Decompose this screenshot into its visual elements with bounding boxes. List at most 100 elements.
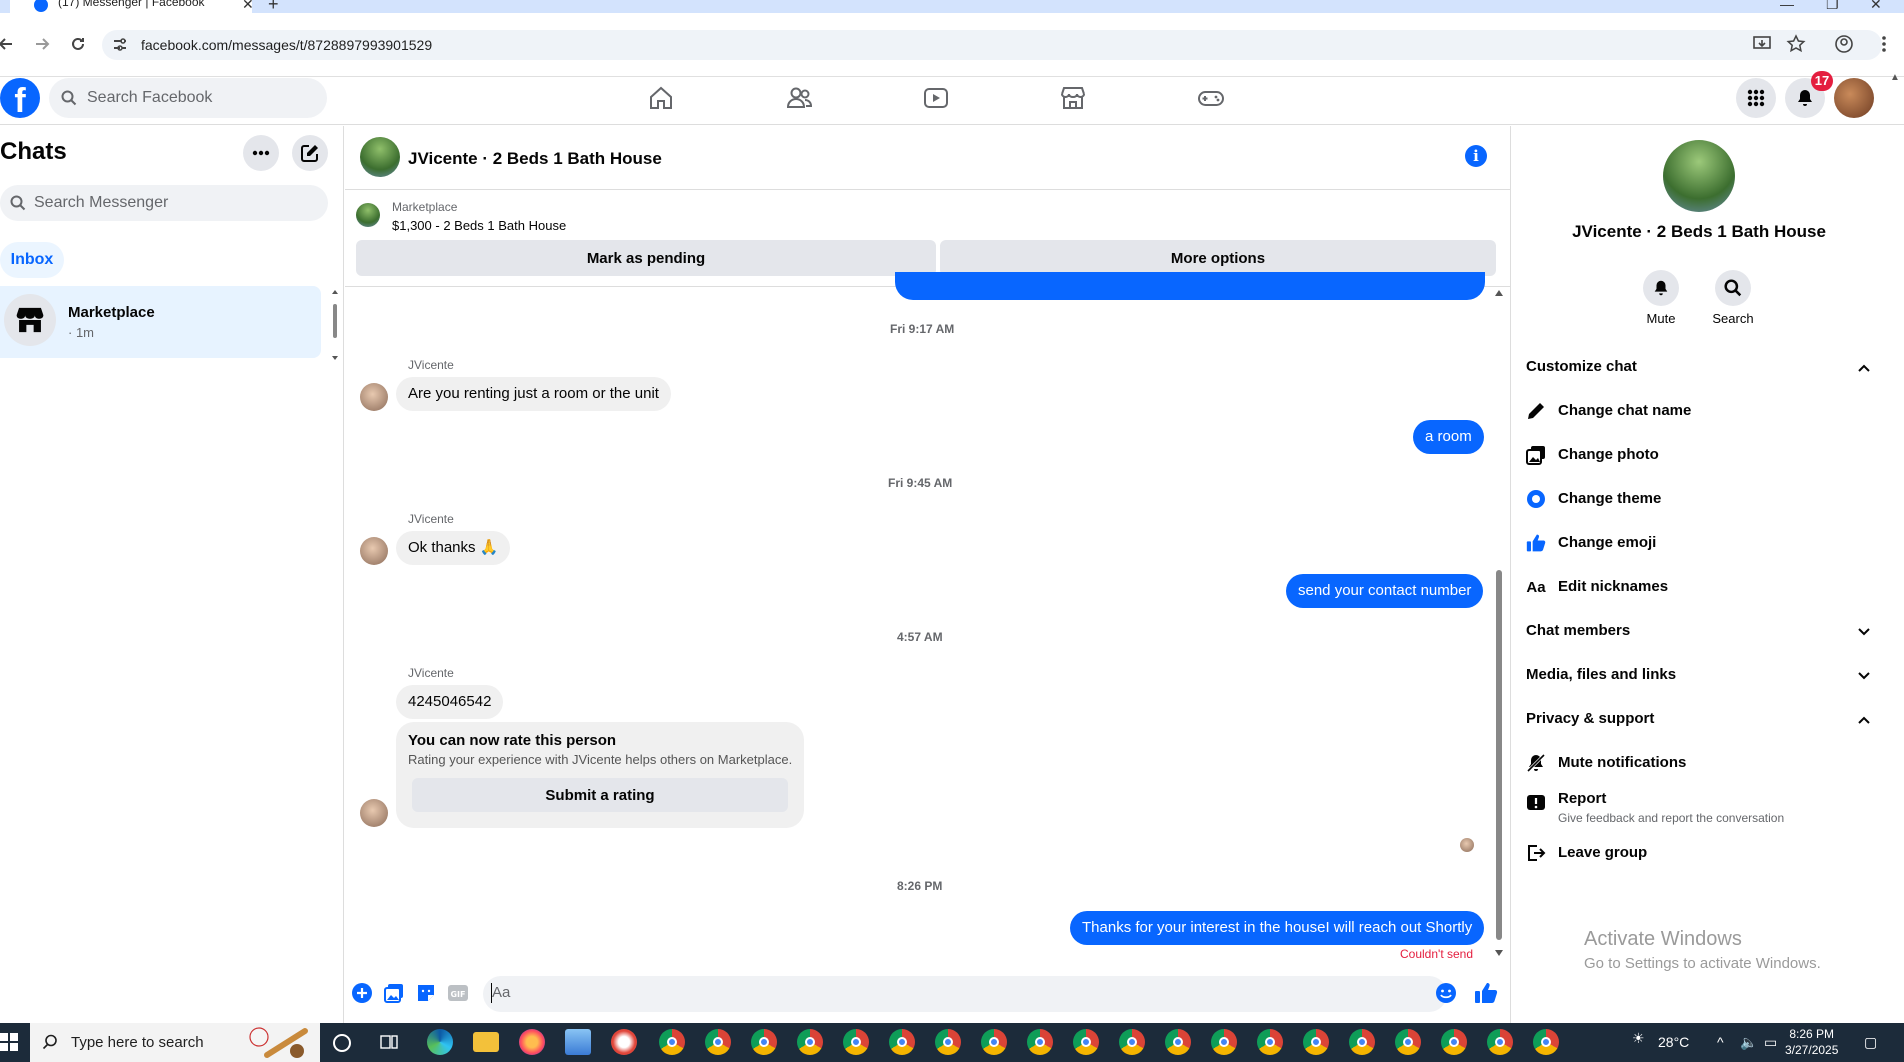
taskbar-search-input[interactable]: Type here to search: [30, 1023, 320, 1062]
volume-icon[interactable]: 🔈: [1740, 1034, 1757, 1051]
minimize-icon[interactable]: —: [1780, 0, 1794, 12]
notification-center-icon[interactable]: ▢: [1864, 1034, 1877, 1051]
chrome-taskbar-icon[interactable]: [751, 1029, 777, 1055]
message-bubble-outgoing[interactable]: a room: [1413, 420, 1484, 454]
chrome-taskbar-icon[interactable]: [1303, 1029, 1329, 1055]
inbox-filter[interactable]: Inbox: [0, 242, 64, 278]
chat-members-section[interactable]: Chat members: [1526, 622, 1630, 639]
media-files-links-section[interactable]: Media, files and links: [1526, 666, 1676, 683]
chrome-taskbar-icon[interactable]: [1073, 1029, 1099, 1055]
chrome-taskbar-icon[interactable]: [1165, 1029, 1191, 1055]
tray-overflow-icon[interactable]: ^: [1717, 1034, 1724, 1050]
emoji-icon[interactable]: [1435, 982, 1457, 1004]
close-window-icon[interactable]: ✕: [1870, 0, 1882, 13]
chrome-taskbar-icon[interactable]: [1441, 1029, 1467, 1055]
sidebar-scrollbar[interactable]: [331, 290, 339, 360]
sender-avatar[interactable]: [360, 537, 388, 565]
sender-avatar[interactable]: [360, 799, 388, 827]
message-bubble-incoming[interactable]: 4245046542: [396, 685, 504, 719]
messenger-search-input[interactable]: Search Messenger: [0, 185, 328, 221]
panel-scroll-up-icon[interactable]: ▲: [1890, 72, 1900, 83]
new-message-button[interactable]: [292, 135, 328, 171]
file-explorer-icon[interactable]: [473, 1032, 499, 1052]
browser-menu-icon[interactable]: [1874, 34, 1894, 54]
message-bubble-outgoing[interactable]: Thanks for your interest in the houseI w…: [1070, 911, 1485, 945]
install-app-icon[interactable]: [1752, 34, 1772, 54]
chrome-taskbar-icon[interactable]: [935, 1029, 961, 1055]
submit-rating-button[interactable]: Submit a rating: [412, 778, 788, 812]
windows-start-icon[interactable]: [0, 1033, 18, 1051]
mark-as-pending-button[interactable]: Mark as pending: [356, 240, 936, 276]
mute-notifications-item[interactable]: Mute notifications: [1558, 754, 1686, 771]
sender-avatar[interactable]: [360, 383, 388, 411]
reload-icon[interactable]: [68, 34, 88, 54]
cortana-icon[interactable]: [333, 1034, 351, 1052]
chrome-taskbar-icon[interactable]: [1119, 1029, 1145, 1055]
info-icon[interactable]: i: [1465, 145, 1487, 167]
customize-chat-section[interactable]: Customize chat: [1526, 358, 1637, 375]
chrome-taskbar-icon[interactable]: [843, 1029, 869, 1055]
change-photo-item[interactable]: Change photo: [1558, 446, 1659, 463]
send-error-label[interactable]: Couldn't send: [1400, 947, 1473, 961]
bookmark-star-icon[interactable]: [1786, 34, 1806, 54]
listing-price[interactable]: $1,300 - 2 Beds 1 Bath House: [392, 218, 566, 233]
friends-icon[interactable]: [785, 84, 813, 112]
change-emoji-item[interactable]: Change emoji: [1558, 534, 1656, 551]
edge-icon[interactable]: [427, 1029, 453, 1055]
chrome-taskbar-icon[interactable]: [1487, 1029, 1513, 1055]
profile-icon[interactable]: [1834, 34, 1854, 54]
gaming-icon[interactable]: [1197, 84, 1225, 112]
chrome-taskbar-icon[interactable]: [1211, 1029, 1237, 1055]
chrome-taskbar-icon[interactable]: [1349, 1029, 1375, 1055]
weather-icon[interactable]: ☀: [1632, 1030, 1645, 1047]
firefox-icon[interactable]: [519, 1029, 545, 1055]
conversation-title[interactable]: JVicente · 2 Beds 1 Bath House: [408, 149, 662, 169]
message-input[interactable]: [483, 976, 1447, 1012]
gif-icon[interactable]: GIF: [447, 982, 469, 1004]
more-actions-plus-icon[interactable]: [351, 982, 373, 1004]
facebook-search-input[interactable]: Search Facebook: [49, 78, 327, 118]
mute-button[interactable]: [1643, 270, 1679, 306]
weather-temperature[interactable]: 28°C: [1658, 1034, 1689, 1050]
forward-icon[interactable]: [32, 34, 52, 54]
tab-close-icon[interactable]: ✕: [242, 0, 254, 13]
chevron-down-icon[interactable]: [1856, 624, 1872, 640]
messages-scrollbar[interactable]: [1494, 290, 1504, 956]
message-bubble-outgoing[interactable]: send your contact number: [1286, 574, 1484, 608]
message-bubble-incoming[interactable]: Ok thanks 🙏: [396, 531, 511, 565]
edit-nicknames-item[interactable]: Edit nicknames: [1558, 578, 1668, 595]
chrome-taskbar-icon[interactable]: [1027, 1029, 1053, 1055]
like-thumb-icon[interactable]: [1474, 982, 1498, 1004]
sticker-icon[interactable]: [415, 982, 437, 1004]
chrome-taskbar-icon[interactable]: [1395, 1029, 1421, 1055]
chrome-taskbar-icon[interactable]: [659, 1029, 685, 1055]
chat-options-button[interactable]: [243, 135, 279, 171]
chevron-down-icon[interactable]: [1856, 668, 1872, 684]
more-options-button[interactable]: More options: [940, 240, 1496, 276]
restore-icon[interactable]: ❐: [1826, 0, 1839, 13]
listing-thumbnail[interactable]: [356, 203, 380, 227]
video-icon[interactable]: [922, 84, 950, 112]
change-theme-item[interactable]: Change theme: [1558, 490, 1661, 507]
chat-list-item[interactable]: Marketplace · 1m: [0, 286, 321, 358]
menu-grid-button[interactable]: [1736, 78, 1776, 118]
facebook-logo-icon[interactable]: f: [0, 78, 40, 120]
site-info-icon[interactable]: [111, 36, 131, 56]
chrome-taskbar-icon[interactable]: [1257, 1029, 1283, 1055]
marketplace-icon[interactable]: [1059, 84, 1087, 112]
account-avatar[interactable]: [1834, 78, 1874, 118]
home-icon[interactable]: [647, 84, 675, 112]
chrome-taskbar-icon[interactable]: [705, 1029, 731, 1055]
chrome-taskbar-icon[interactable]: [797, 1029, 823, 1055]
report-item[interactable]: Report: [1558, 790, 1606, 807]
chrome-taskbar-icon[interactable]: [981, 1029, 1007, 1055]
chevron-up-icon[interactable]: [1856, 712, 1872, 728]
search-in-conversation-button[interactable]: [1715, 270, 1751, 306]
leave-group-item[interactable]: Leave group: [1558, 844, 1647, 861]
network-icon[interactable]: ▭: [1764, 1034, 1777, 1051]
conversation-avatar[interactable]: [360, 137, 400, 177]
back-icon[interactable]: [0, 34, 16, 54]
attach-photo-icon[interactable]: [383, 982, 405, 1004]
paint-app-icon[interactable]: [611, 1029, 637, 1055]
chrome-taskbar-icon[interactable]: [1533, 1029, 1559, 1055]
